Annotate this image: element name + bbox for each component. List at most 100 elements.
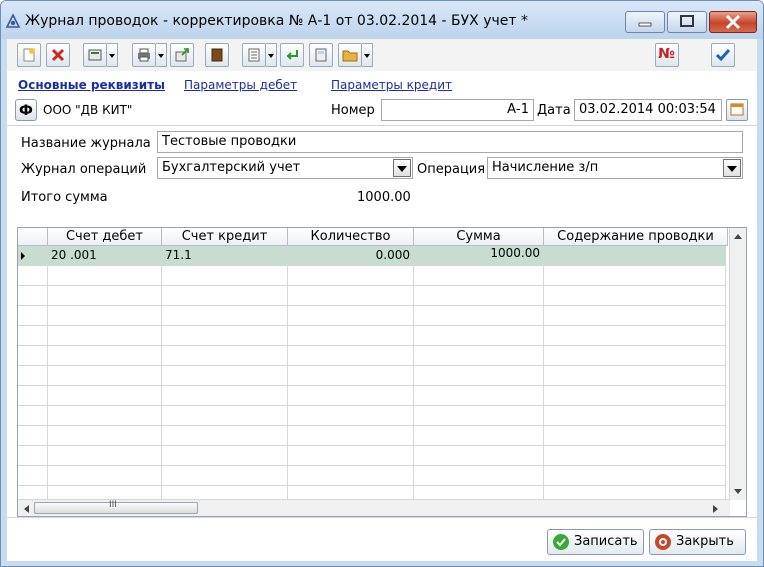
cell-sum[interactable]: 1000.00 bbox=[414, 246, 544, 265]
empty-cell[interactable] bbox=[162, 326, 288, 345]
empty-cell[interactable] bbox=[544, 466, 726, 485]
column-header-sum[interactable]: Сумма bbox=[414, 228, 544, 246]
empty-cell[interactable] bbox=[288, 306, 414, 325]
empty-cell[interactable] bbox=[544, 366, 726, 385]
empty-cell[interactable] bbox=[162, 466, 288, 485]
table-row[interactable] bbox=[18, 306, 726, 326]
print-button[interactable] bbox=[132, 43, 156, 67]
empty-cell[interactable] bbox=[544, 326, 726, 345]
empty-cell[interactable] bbox=[544, 346, 726, 365]
document-dropdown[interactable] bbox=[107, 43, 118, 67]
date-field[interactable]: 03.02.2014 00:03:54 bbox=[574, 99, 722, 121]
empty-cell[interactable] bbox=[288, 326, 414, 345]
empty-cell[interactable] bbox=[414, 306, 544, 325]
book-button[interactable] bbox=[205, 43, 229, 67]
empty-cell[interactable] bbox=[288, 346, 414, 365]
empty-cell[interactable] bbox=[288, 366, 414, 385]
empty-cell[interactable] bbox=[544, 266, 726, 285]
enter-button[interactable] bbox=[280, 43, 304, 67]
empty-cell[interactable] bbox=[414, 426, 544, 445]
empty-cell[interactable] bbox=[48, 386, 162, 405]
empty-cell[interactable] bbox=[544, 426, 726, 445]
confirm-button[interactable] bbox=[711, 43, 735, 67]
empty-cell[interactable] bbox=[162, 386, 288, 405]
maximize-button[interactable] bbox=[667, 11, 707, 33]
empty-cell[interactable] bbox=[414, 386, 544, 405]
cell-content[interactable] bbox=[544, 246, 726, 265]
column-header-credit[interactable]: Счет кредит bbox=[162, 228, 288, 246]
empty-cell[interactable] bbox=[414, 466, 544, 485]
empty-cell[interactable] bbox=[162, 406, 288, 425]
empty-cell[interactable] bbox=[414, 446, 544, 465]
horizontal-scroll-thumb[interactable]: III bbox=[34, 500, 198, 514]
firm-select-button[interactable]: Ф bbox=[15, 99, 37, 121]
empty-cell[interactable] bbox=[162, 346, 288, 365]
save-button[interactable]: Записать bbox=[547, 529, 644, 555]
horizontal-scrollbar[interactable]: III bbox=[18, 499, 730, 516]
empty-cell[interactable] bbox=[162, 286, 288, 305]
operation-select[interactable]: Начисление з/п bbox=[487, 157, 743, 179]
table-row[interactable] bbox=[18, 426, 726, 446]
tab-debit-params[interactable]: Параметры дебет bbox=[184, 78, 297, 92]
tab-main-requisites[interactable]: Основные реквизиты bbox=[18, 78, 165, 92]
empty-cell[interactable] bbox=[414, 346, 544, 365]
table-row[interactable] bbox=[18, 326, 726, 346]
empty-cell[interactable] bbox=[48, 346, 162, 365]
empty-cell[interactable] bbox=[48, 266, 162, 285]
empty-cell[interactable] bbox=[544, 446, 726, 465]
empty-cell[interactable] bbox=[162, 426, 288, 445]
cell-quantity[interactable]: 0.000 bbox=[288, 246, 414, 265]
empty-cell[interactable] bbox=[48, 446, 162, 465]
calculator-button[interactable] bbox=[309, 43, 333, 67]
empty-cell[interactable] bbox=[544, 306, 726, 325]
export-button[interactable] bbox=[170, 43, 194, 67]
table-row[interactable] bbox=[18, 346, 726, 366]
empty-cell[interactable] bbox=[544, 286, 726, 305]
column-header-content[interactable]: Содержание проводки bbox=[544, 228, 728, 246]
folder-button[interactable] bbox=[338, 43, 362, 67]
entries-grid[interactable]: Счет дебет Счет кредит Количество Сумма … bbox=[17, 227, 747, 517]
empty-cell[interactable] bbox=[288, 286, 414, 305]
empty-cell[interactable] bbox=[48, 406, 162, 425]
empty-cell[interactable] bbox=[162, 446, 288, 465]
table-row[interactable] bbox=[18, 286, 726, 306]
table-row[interactable] bbox=[18, 386, 726, 406]
new-button[interactable] bbox=[17, 43, 41, 67]
delete-button[interactable] bbox=[46, 43, 70, 67]
empty-cell[interactable] bbox=[48, 366, 162, 385]
empty-cell[interactable] bbox=[288, 446, 414, 465]
empty-cell[interactable] bbox=[414, 366, 544, 385]
print-dropdown[interactable] bbox=[156, 43, 167, 67]
empty-cell[interactable] bbox=[162, 306, 288, 325]
empty-cell[interactable] bbox=[544, 406, 726, 425]
empty-cell[interactable] bbox=[162, 266, 288, 285]
empty-cell[interactable] bbox=[48, 286, 162, 305]
empty-cell[interactable] bbox=[288, 426, 414, 445]
empty-cell[interactable] bbox=[414, 286, 544, 305]
minimize-button[interactable] bbox=[625, 11, 665, 33]
empty-cell[interactable] bbox=[544, 386, 726, 405]
table-row[interactable]: 20 .001 71.1 0.000 1000.00 bbox=[18, 246, 726, 266]
empty-cell[interactable] bbox=[48, 426, 162, 445]
empty-cell[interactable] bbox=[48, 326, 162, 345]
column-header-debit[interactable]: Счет дебет bbox=[48, 228, 162, 246]
number-field[interactable]: А-1 bbox=[381, 99, 534, 121]
journal-name-field[interactable]: Тестовые проводки bbox=[157, 131, 743, 153]
empty-cell[interactable] bbox=[288, 466, 414, 485]
chevron-down-icon[interactable] bbox=[393, 159, 411, 177]
list-dropdown[interactable] bbox=[266, 43, 277, 67]
folder-dropdown[interactable] bbox=[362, 43, 373, 67]
empty-cell[interactable] bbox=[162, 366, 288, 385]
close-window-button[interactable] bbox=[709, 11, 757, 33]
empty-cell[interactable] bbox=[414, 406, 544, 425]
empty-cell[interactable] bbox=[288, 386, 414, 405]
table-row[interactable] bbox=[18, 366, 726, 386]
list-button[interactable] bbox=[242, 43, 266, 67]
cell-credit[interactable]: 71.1 bbox=[162, 246, 288, 265]
close-button[interactable]: Закрыть bbox=[649, 529, 746, 555]
empty-cell[interactable] bbox=[288, 406, 414, 425]
chevron-down-icon[interactable] bbox=[723, 159, 741, 177]
empty-cell[interactable] bbox=[48, 306, 162, 325]
empty-cell[interactable] bbox=[414, 326, 544, 345]
cell-debit[interactable]: 20 .001 bbox=[48, 246, 162, 265]
